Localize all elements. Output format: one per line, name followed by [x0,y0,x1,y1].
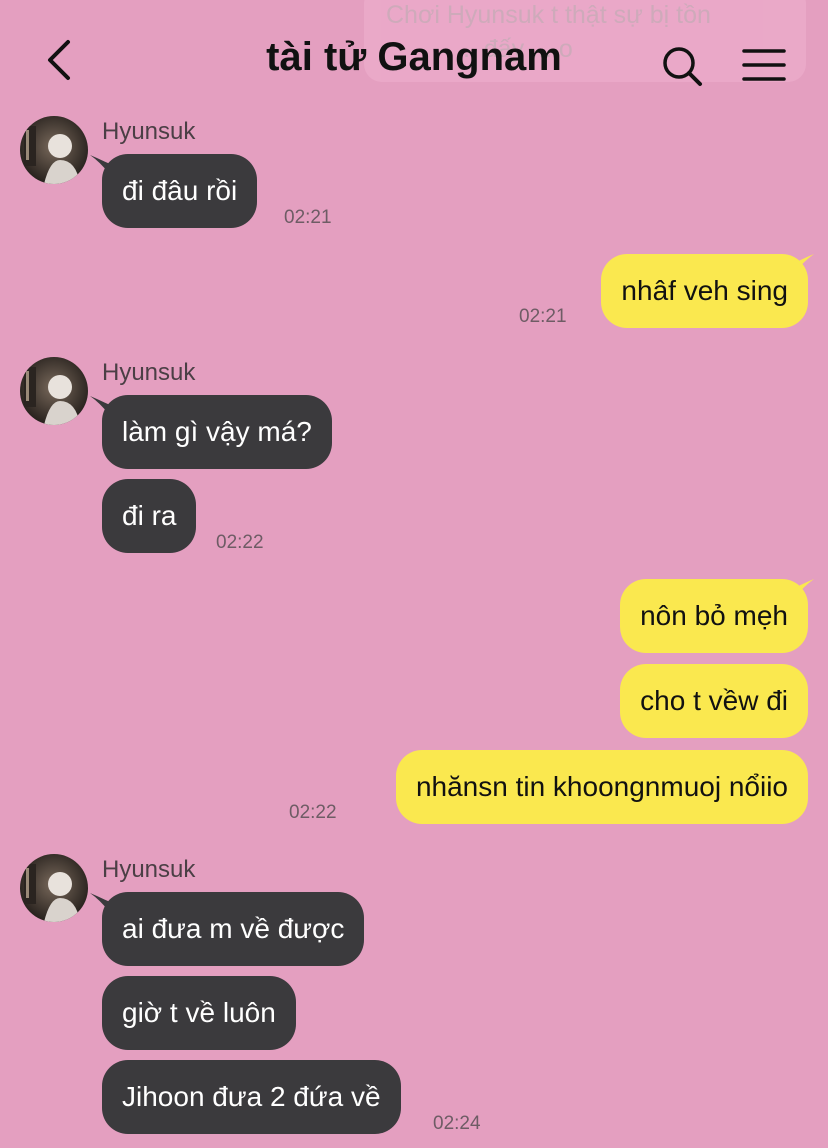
message-bubble[interactable]: làm gì vậy má? [102,395,332,469]
menu-icon[interactable] [742,48,786,82]
notification-line-1: Chơi Hyunsuk t thật sự bị tồn [386,1,711,29]
message-bubble[interactable]: nhănsn tin khoongnmuoj nổiio [395,750,808,824]
message-bubble[interactable]: nhâf veh sing [601,254,808,328]
message-bubble[interactable]: đi đâu rồi [102,154,258,228]
search-icon[interactable] [660,44,704,88]
chat-title: tài tử Gangnam [266,35,562,79]
message-bubble[interactable]: đi ra [102,479,197,553]
sender-name: Hyunsuk [102,118,196,145]
message-bubble[interactable]: giờ t về luôn [102,976,296,1050]
message-time: 02:24 [433,1113,481,1134]
back-chevron-icon[interactable] [40,36,84,84]
message-time: 02:21 [519,306,567,327]
avatar[interactable] [20,357,88,425]
message-bubble[interactable]: ai đưa m về được [102,892,365,966]
avatar[interactable] [20,854,88,922]
sender-name: Hyunsuk [102,359,196,386]
message-time: 02:22 [289,802,337,823]
sender-name: Hyunsuk [102,856,196,883]
message-time: 02:21 [284,207,332,228]
message-bubble[interactable]: Jihoon đưa 2 đứa về [102,1060,401,1134]
message-bubble[interactable]: nôn bỏ mẹh [620,579,808,653]
message-bubble[interactable]: cho t vềw đi [620,664,808,738]
message-time: 02:22 [216,532,264,553]
avatar[interactable] [20,116,88,184]
